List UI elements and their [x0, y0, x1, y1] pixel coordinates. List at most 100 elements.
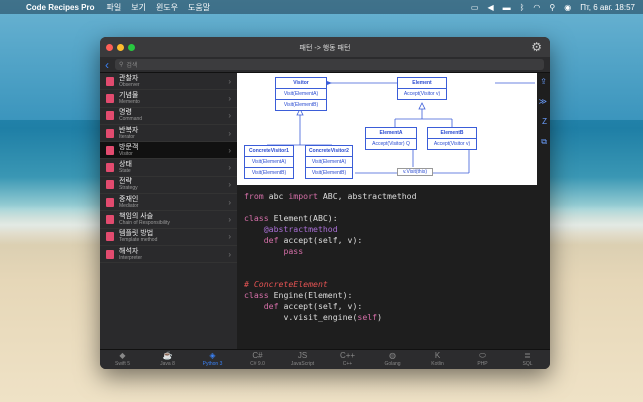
sidebar-item-label: 중재인: [119, 195, 139, 203]
sidebar-item-visitor[interactable]: 방문객 Visitor ›: [100, 142, 237, 160]
uml-method: Visit(ElementB): [311, 170, 347, 176]
sidebar-item-observer[interactable]: 관찰자 Observer ›: [100, 73, 237, 91]
flag-icon[interactable]: ▬: [503, 3, 511, 12]
language-tab-bar: ◆ Swift 5 ☕ Java 8 ◈ Python 3 C# C# 9.0 JS JavaSc…: [100, 349, 550, 369]
tab-label: Golang: [384, 361, 401, 367]
sidebar-item-state[interactable]: 상태 State ›: [100, 159, 237, 177]
tab-python-3[interactable]: ◈ Python 3: [190, 350, 235, 369]
tab-label: Swift 5: [114, 361, 130, 367]
sidebar-item-template-method[interactable]: 템플릿 방법 Template method ›: [100, 229, 237, 246]
tab-kotlin[interactable]: K Kotlin: [415, 350, 460, 369]
chevron-right-icon: ›: [228, 163, 231, 173]
sidebar-item-subtitle: Template method: [119, 237, 158, 244]
uml-element-b: ElementB Accept(Visitor v): [427, 127, 477, 150]
code-token: ABC, abstractmethod: [317, 191, 417, 201]
language-icon: ◍: [389, 351, 396, 360]
code-comment: # ConcreteElement: [244, 279, 328, 289]
sidebar-item-text: 반복자 Iterator: [119, 127, 138, 140]
code-editor[interactable]: from abc import ABC, abstractmethod clas…: [244, 191, 417, 323]
sidebar-item-subtitle: Observer: [119, 81, 140, 88]
search-icon[interactable]: ⚲: [549, 3, 555, 12]
wifi-icon[interactable]: ◠: [533, 3, 540, 12]
sidebar-item-subtitle: Chain of Responsibility: [119, 220, 170, 227]
chevron-right-icon: ›: [228, 111, 231, 121]
uml-element-a: ElementA Accept(Visitor) Q: [365, 127, 417, 150]
tab-swift-5[interactable]: ◆ Swift 5: [100, 350, 145, 369]
language-icon: JS: [297, 351, 308, 360]
uml-method: Accept(Visitor v): [433, 141, 471, 147]
sidebar-item-command[interactable]: 명령 Command ›: [100, 108, 237, 125]
pattern-icon: [106, 215, 114, 225]
back-chevron-icon[interactable]: ‹: [105, 58, 109, 72]
sidebar-item-text: 상태 State: [119, 161, 132, 174]
code-token: pass: [283, 246, 304, 256]
menu-help[interactable]: 도움말: [188, 2, 210, 13]
share-icon[interactable]: ⇪: [540, 77, 547, 86]
chat-icon[interactable]: ▭: [471, 3, 479, 12]
search-placeholder: 검색: [126, 63, 138, 69]
clock[interactable]: Пт, 6 авг. 18:57: [580, 3, 635, 12]
tab-javascript[interactable]: JS JavaScript: [280, 350, 325, 369]
menu-file[interactable]: 파일: [106, 2, 121, 13]
code-token: accept(self, v):: [278, 235, 363, 245]
chevron-right-icon: ›: [228, 145, 231, 155]
sidebar-item-text: 명령 Command: [119, 109, 142, 122]
menu-view[interactable]: 보기: [131, 2, 146, 13]
code-token: def: [263, 235, 279, 245]
chevron-right-icon: ›: [228, 249, 231, 259]
chevron-right-icon: ›: [228, 180, 231, 190]
sidebar-item-label: 해석자: [119, 247, 139, 255]
gear-icon[interactable]: ⚙: [531, 40, 542, 54]
sidebar-item-chain-of-responsibility[interactable]: 책임의 사슬 Chain of Responsibility ›: [100, 211, 237, 229]
tab-label: Python 3: [202, 361, 223, 367]
code-token: accept(self, v):: [278, 301, 363, 311]
copy-icon[interactable]: ⧉: [541, 137, 547, 147]
pattern-icon: [106, 180, 114, 190]
sidebar-item-strategy[interactable]: 전략 Strategy ›: [100, 177, 237, 195]
collapse-icon[interactable]: ≫: [539, 97, 547, 106]
language-icon: C#: [252, 351, 263, 360]
tab-c-9-0[interactable]: C# C# 9.0: [235, 350, 280, 369]
sidebar-item-iterator[interactable]: 반복자 Iterator ›: [100, 125, 237, 143]
uml-method: Visit(ElementB): [251, 170, 287, 176]
uml-class-name: Visitor: [276, 78, 326, 89]
app-menu[interactable]: Code Recipes Pro: [26, 3, 94, 12]
sidebar-item-mediator[interactable]: 중재인 Mediator ›: [100, 194, 237, 212]
language-icon: ≣: [524, 351, 531, 360]
sidebar-item-label: 상태: [119, 161, 132, 169]
language-icon: ⬭: [479, 351, 486, 360]
tab-php[interactable]: ⬭ PHP: [460, 350, 505, 369]
pattern-icon: [106, 76, 114, 86]
sidebar-item-text: 전략 Strategy: [119, 178, 138, 191]
tab-c-[interactable]: C++ C++: [325, 350, 370, 369]
volume-icon[interactable]: ◀: [487, 3, 493, 12]
chevron-right-icon: ›: [228, 76, 231, 86]
bluetooth-icon[interactable]: ᛒ: [520, 3, 525, 12]
uml-visitor-class: Visitor Visit(ElementA) Visit(ElementB): [275, 77, 327, 111]
language-icon: K: [434, 351, 441, 360]
sidebar-item-interpreter[interactable]: 해석자 Interpreter ›: [100, 246, 237, 264]
code-token: @abstractmethod: [263, 224, 338, 234]
menu-window[interactable]: 윈도우: [156, 2, 178, 13]
app-window: 패턴 -> 행동 패턴 ⚙ ‹ ⚲ 검색 관찰자 Observer › 기념물 Meme…: [100, 37, 550, 369]
sidebar-item-subtitle: Interpreter: [119, 254, 143, 261]
code-token: Engine(Element):: [268, 290, 353, 300]
code-token: v.visit_engine(: [283, 312, 358, 322]
font-size-icon[interactable]: Z: [542, 117, 547, 126]
tab-sql[interactable]: ≣ SQL: [505, 350, 550, 369]
search-input[interactable]: ⚲ 검색: [115, 59, 544, 70]
sidebar-item-label: 관찰자: [119, 74, 139, 82]
sidebar-item-label: 명령: [119, 109, 132, 117]
control-center-icon[interactable]: ◉: [564, 3, 571, 12]
sidebar-item-subtitle: Iterator: [119, 133, 135, 140]
sidebar-item-label: 템플릿 방법: [119, 230, 154, 238]
tab-golang[interactable]: ◍ Golang: [370, 350, 415, 369]
pattern-icon: [106, 232, 114, 242]
tab-java-8[interactable]: ☕ Java 8: [145, 350, 190, 369]
uml-method: Accept(Visitor v): [403, 91, 441, 97]
sidebar-item-memento[interactable]: 기념물 Memento ›: [100, 90, 237, 108]
sidebar-item-label: 책임의 사슬: [119, 213, 154, 221]
uml-class-name: Element: [398, 78, 446, 89]
sidebar-item-subtitle: Mediator: [119, 202, 139, 209]
uml-method: Accept(Visitor) Q: [372, 141, 410, 147]
